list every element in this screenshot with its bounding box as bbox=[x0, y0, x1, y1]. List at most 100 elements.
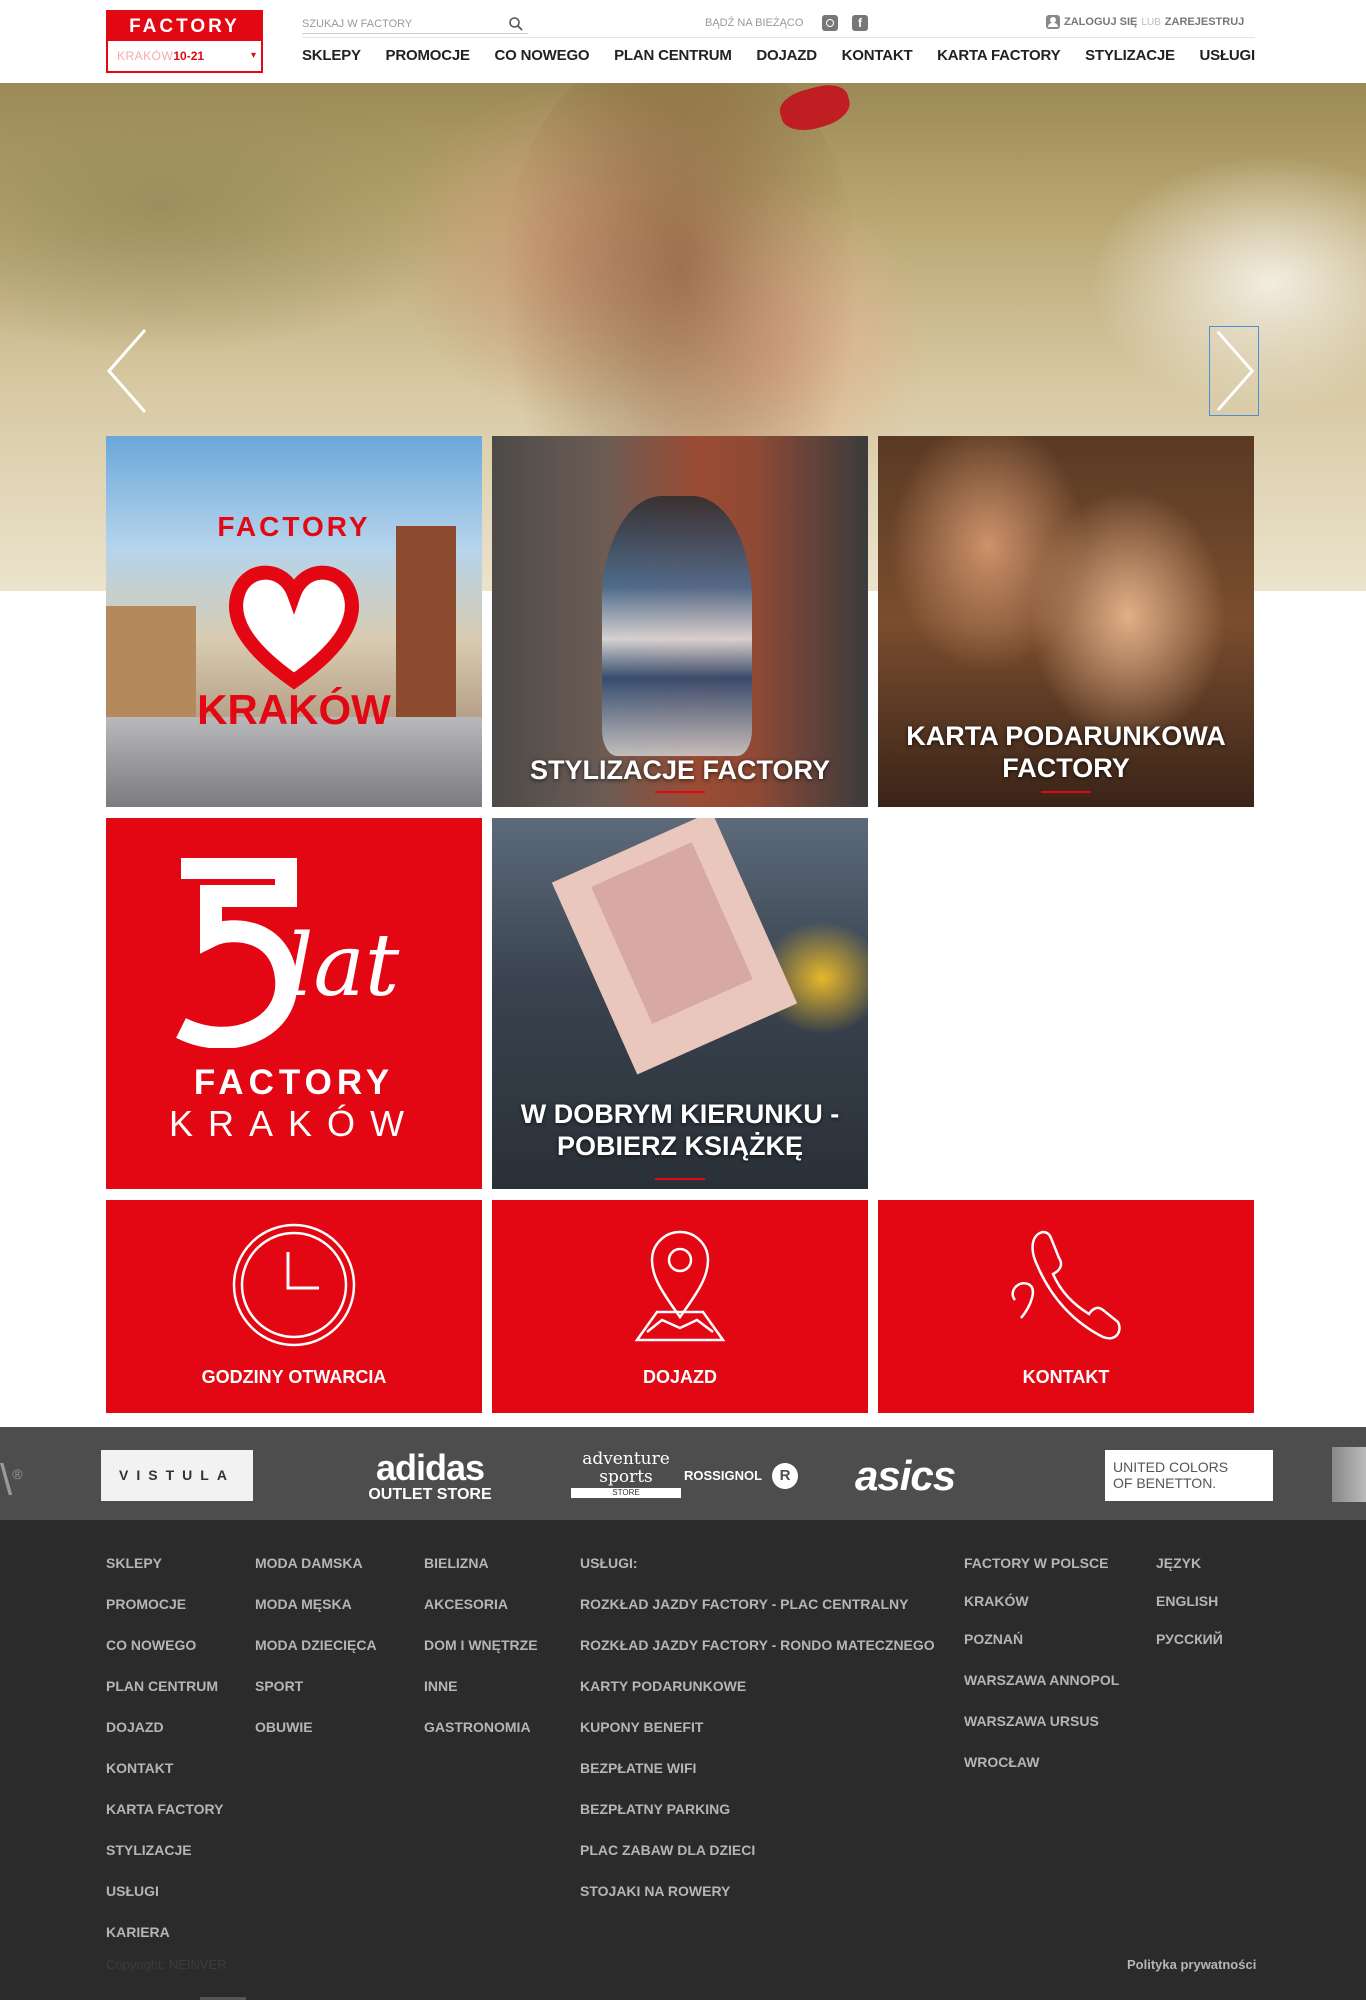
footer-link[interactable]: MODA DAMSKA bbox=[255, 1553, 377, 1594]
footer-link[interactable]: INNE bbox=[424, 1676, 538, 1717]
nav-promocje[interactable]: PROMOCJE bbox=[386, 47, 470, 64]
tile-stylizacje[interactable]: STYLIZACJE FACTORY bbox=[492, 436, 868, 807]
tile-dojazd[interactable]: DOJAZD bbox=[492, 1200, 868, 1413]
footer-link[interactable]: POZNAŃ bbox=[964, 1629, 1119, 1670]
footer-heading: USŁUGI: bbox=[580, 1555, 638, 1571]
footer-link[interactable]: ROZKŁAD JAZDY FACTORY - PLAC CENTRALNY bbox=[580, 1594, 935, 1635]
center-selector[interactable]: KRAKÓW10-21 ▾ bbox=[108, 41, 261, 71]
tile-city: KRAKÓW bbox=[197, 686, 391, 733]
search-input[interactable] bbox=[302, 15, 502, 33]
language-link-russian[interactable]: РУССКИЙ bbox=[1156, 1629, 1223, 1670]
nav-kontakt[interactable]: KONTAKT bbox=[842, 47, 913, 64]
language-link-english[interactable]: ENGLISH bbox=[1156, 1591, 1223, 1629]
register-link[interactable]: ZAREJESTRUJ bbox=[1165, 16, 1244, 28]
tile-title: KARTA PODARUNKOWA FACTORY bbox=[878, 720, 1254, 784]
nav-uslugi[interactable]: USŁUGI bbox=[1200, 47, 1256, 64]
brand-adidas[interactable]: adidas OUTLET STORE bbox=[345, 1450, 515, 1504]
footer-heading[interactable]: FACTORY W POLSCE bbox=[964, 1553, 1119, 1591]
map-pin-icon bbox=[634, 1230, 726, 1342]
login-link[interactable]: ZALOGUJ SIĘ bbox=[1064, 16, 1137, 28]
info-label: DOJAZD bbox=[642, 1367, 717, 1387]
chevron-right-icon[interactable] bbox=[1209, 326, 1259, 416]
tile-brand: FACTORY bbox=[217, 511, 371, 542]
factory-logo[interactable]: FACTORY KRAKÓW10-21 ▾ bbox=[106, 10, 263, 73]
footer-link[interactable]: SKLEPY bbox=[106, 1553, 223, 1594]
nav-stylizacje[interactable]: STYLIZACJE bbox=[1085, 47, 1175, 64]
footer-link[interactable]: SPORT bbox=[255, 1676, 377, 1717]
nav-sklepy[interactable]: SKLEPY bbox=[302, 47, 361, 64]
footer-link[interactable]: STYLIZACJE bbox=[106, 1840, 223, 1881]
footer-link[interactable]: AKCESORIA bbox=[424, 1594, 538, 1635]
brand-vistula[interactable]: VISTULA bbox=[101, 1450, 253, 1501]
brand-adidas-sub: OUTLET STORE bbox=[368, 1486, 492, 1503]
footer-link[interactable]: WROCŁAW bbox=[964, 1752, 1119, 1793]
tile-image bbox=[602, 496, 752, 756]
social-label: BĄDŹ NA BIEŻĄCO bbox=[705, 17, 804, 29]
tile-city: KRAKÓW bbox=[168, 1103, 419, 1144]
instagram-icon[interactable] bbox=[822, 15, 838, 31]
tile-karta-podarunkowa[interactable]: KARTA PODARUNKOWA FACTORY bbox=[878, 436, 1254, 807]
footer-col-categories-2: BIELIZNA AKCESORIA DOM I WNĘTRZE INNE GA… bbox=[424, 1553, 538, 1758]
registered-mark: ® bbox=[12, 1466, 23, 1482]
footer-link[interactable]: BIELIZNA bbox=[424, 1553, 538, 1594]
phone-icon bbox=[1011, 1230, 1121, 1340]
header-divider bbox=[302, 37, 1255, 38]
footer-link[interactable]: BEZPŁATNE WIFI bbox=[580, 1758, 935, 1799]
brand-adventure-sports[interactable]: adventure sports STORE bbox=[571, 1450, 681, 1501]
footer-link[interactable]: STOJAKI NA ROWERY bbox=[580, 1881, 935, 1922]
tile-w-dobrym-kierunku[interactable]: W DOBRYM KIERUNKU - POBIERZ KSIĄŻKĘ bbox=[492, 818, 868, 1189]
footer-link[interactable]: MODA MĘSKA bbox=[255, 1594, 377, 1635]
rossignol-logo-icon: R bbox=[772, 1463, 798, 1489]
brand-asics[interactable]: asics bbox=[855, 1450, 1015, 1501]
chevron-down-icon[interactable]: ▾ bbox=[251, 41, 256, 71]
tile-title: W DOBRYM KIERUNKU - POBIERZ KSIĄŻKĘ bbox=[492, 1098, 868, 1162]
user-icon bbox=[1046, 15, 1060, 29]
brand-logo-partial[interactable] bbox=[1332, 1447, 1366, 1502]
brand-adventure-sports-word: sports bbox=[599, 1467, 653, 1487]
tile-factory-krakow[interactable]: FACTORY KRAKÓW bbox=[106, 436, 482, 807]
footer-link[interactable]: CO NOWEGO bbox=[106, 1635, 223, 1676]
brand-adventure-store: STORE bbox=[571, 1488, 681, 1498]
tile-5-lat-factory[interactable]: lat FACTORY KRAKÓW bbox=[106, 818, 482, 1189]
footer-link[interactable]: PLAC ZABAW DLA DZIECI bbox=[580, 1840, 935, 1881]
footer-col-categories-1: MODA DAMSKA MODA MĘSKA MODA DZIECIĘCA SP… bbox=[255, 1553, 377, 1758]
footer-link[interactable]: KUPONY BENEFIT bbox=[580, 1717, 935, 1758]
footer-link[interactable]: ROZKŁAD JAZDY FACTORY - RONDO MATECZNEGO bbox=[580, 1635, 935, 1676]
footer-link[interactable]: GASTRONOMIA bbox=[424, 1717, 538, 1758]
nav-karta-factory[interactable]: KARTA FACTORY bbox=[937, 47, 1060, 64]
footer-heading: JĘZYK bbox=[1156, 1555, 1202, 1571]
brand-benetton[interactable]: UNITED COLORS OF BENETTON. bbox=[1105, 1450, 1273, 1501]
brand-rossignol[interactable]: ROSSIGNOL R bbox=[684, 1463, 798, 1489]
footer-link[interactable]: WARSZAWA ANNOPOL bbox=[964, 1670, 1119, 1711]
nav-plan-centrum[interactable]: PLAN CENTRUM bbox=[614, 47, 732, 64]
privacy-policy-link[interactable]: Polityka prywatności bbox=[1127, 1957, 1256, 1972]
copyright: Copyright: NEINVER bbox=[106, 1957, 227, 1972]
facebook-icon[interactable]: f bbox=[852, 15, 868, 31]
footer-link[interactable]: USŁUGI bbox=[106, 1881, 223, 1922]
footer-link[interactable]: DOM I WNĘTRZE bbox=[424, 1635, 538, 1676]
footer-link[interactable]: OBUWIE bbox=[255, 1717, 377, 1758]
tile-godziny-otwarcia[interactable]: GODZINY OTWARCIA bbox=[106, 1200, 482, 1413]
footer-link[interactable]: PROMOCJE bbox=[106, 1594, 223, 1635]
footer-link[interactable]: MODA DZIECIĘCA bbox=[255, 1635, 377, 1676]
chevron-left-icon[interactable] bbox=[103, 326, 153, 416]
info-label: GODZINY OTWARCIA bbox=[201, 1367, 387, 1387]
footer-link[interactable]: KARTA FACTORY bbox=[106, 1799, 223, 1840]
footer-link[interactable]: BEZPŁATNY PARKING bbox=[580, 1799, 935, 1840]
footer-link[interactable]: WARSZAWA URSUS bbox=[964, 1711, 1119, 1752]
brand-benetton-line2: OF BENETTON. bbox=[1113, 1475, 1217, 1491]
footer-link[interactable]: KRAKÓW bbox=[964, 1591, 1119, 1629]
tile-underline bbox=[655, 1178, 705, 1180]
footer-link[interactable]: DOJAZD bbox=[106, 1717, 223, 1758]
site-footer: SKLEPY PROMOCJE CO NOWEGO PLAN CENTRUM D… bbox=[0, 1520, 1366, 2000]
logo-brand: FACTORY bbox=[108, 12, 261, 41]
brand-logo-partial[interactable]: \® bbox=[0, 1447, 40, 1505]
footer-link[interactable]: PLAN CENTRUM bbox=[106, 1676, 223, 1717]
info-label: KONTAKT bbox=[1022, 1367, 1110, 1387]
tile-kontakt[interactable]: KONTAKT bbox=[878, 1200, 1254, 1413]
footer-link[interactable]: KONTAKT bbox=[106, 1758, 223, 1799]
footer-link[interactable]: KARTY PODARUNKOWE bbox=[580, 1676, 935, 1717]
search-icon[interactable] bbox=[508, 16, 524, 32]
nav-co-nowego[interactable]: CO NOWEGO bbox=[495, 47, 590, 64]
nav-dojazd[interactable]: DOJAZD bbox=[756, 47, 817, 64]
